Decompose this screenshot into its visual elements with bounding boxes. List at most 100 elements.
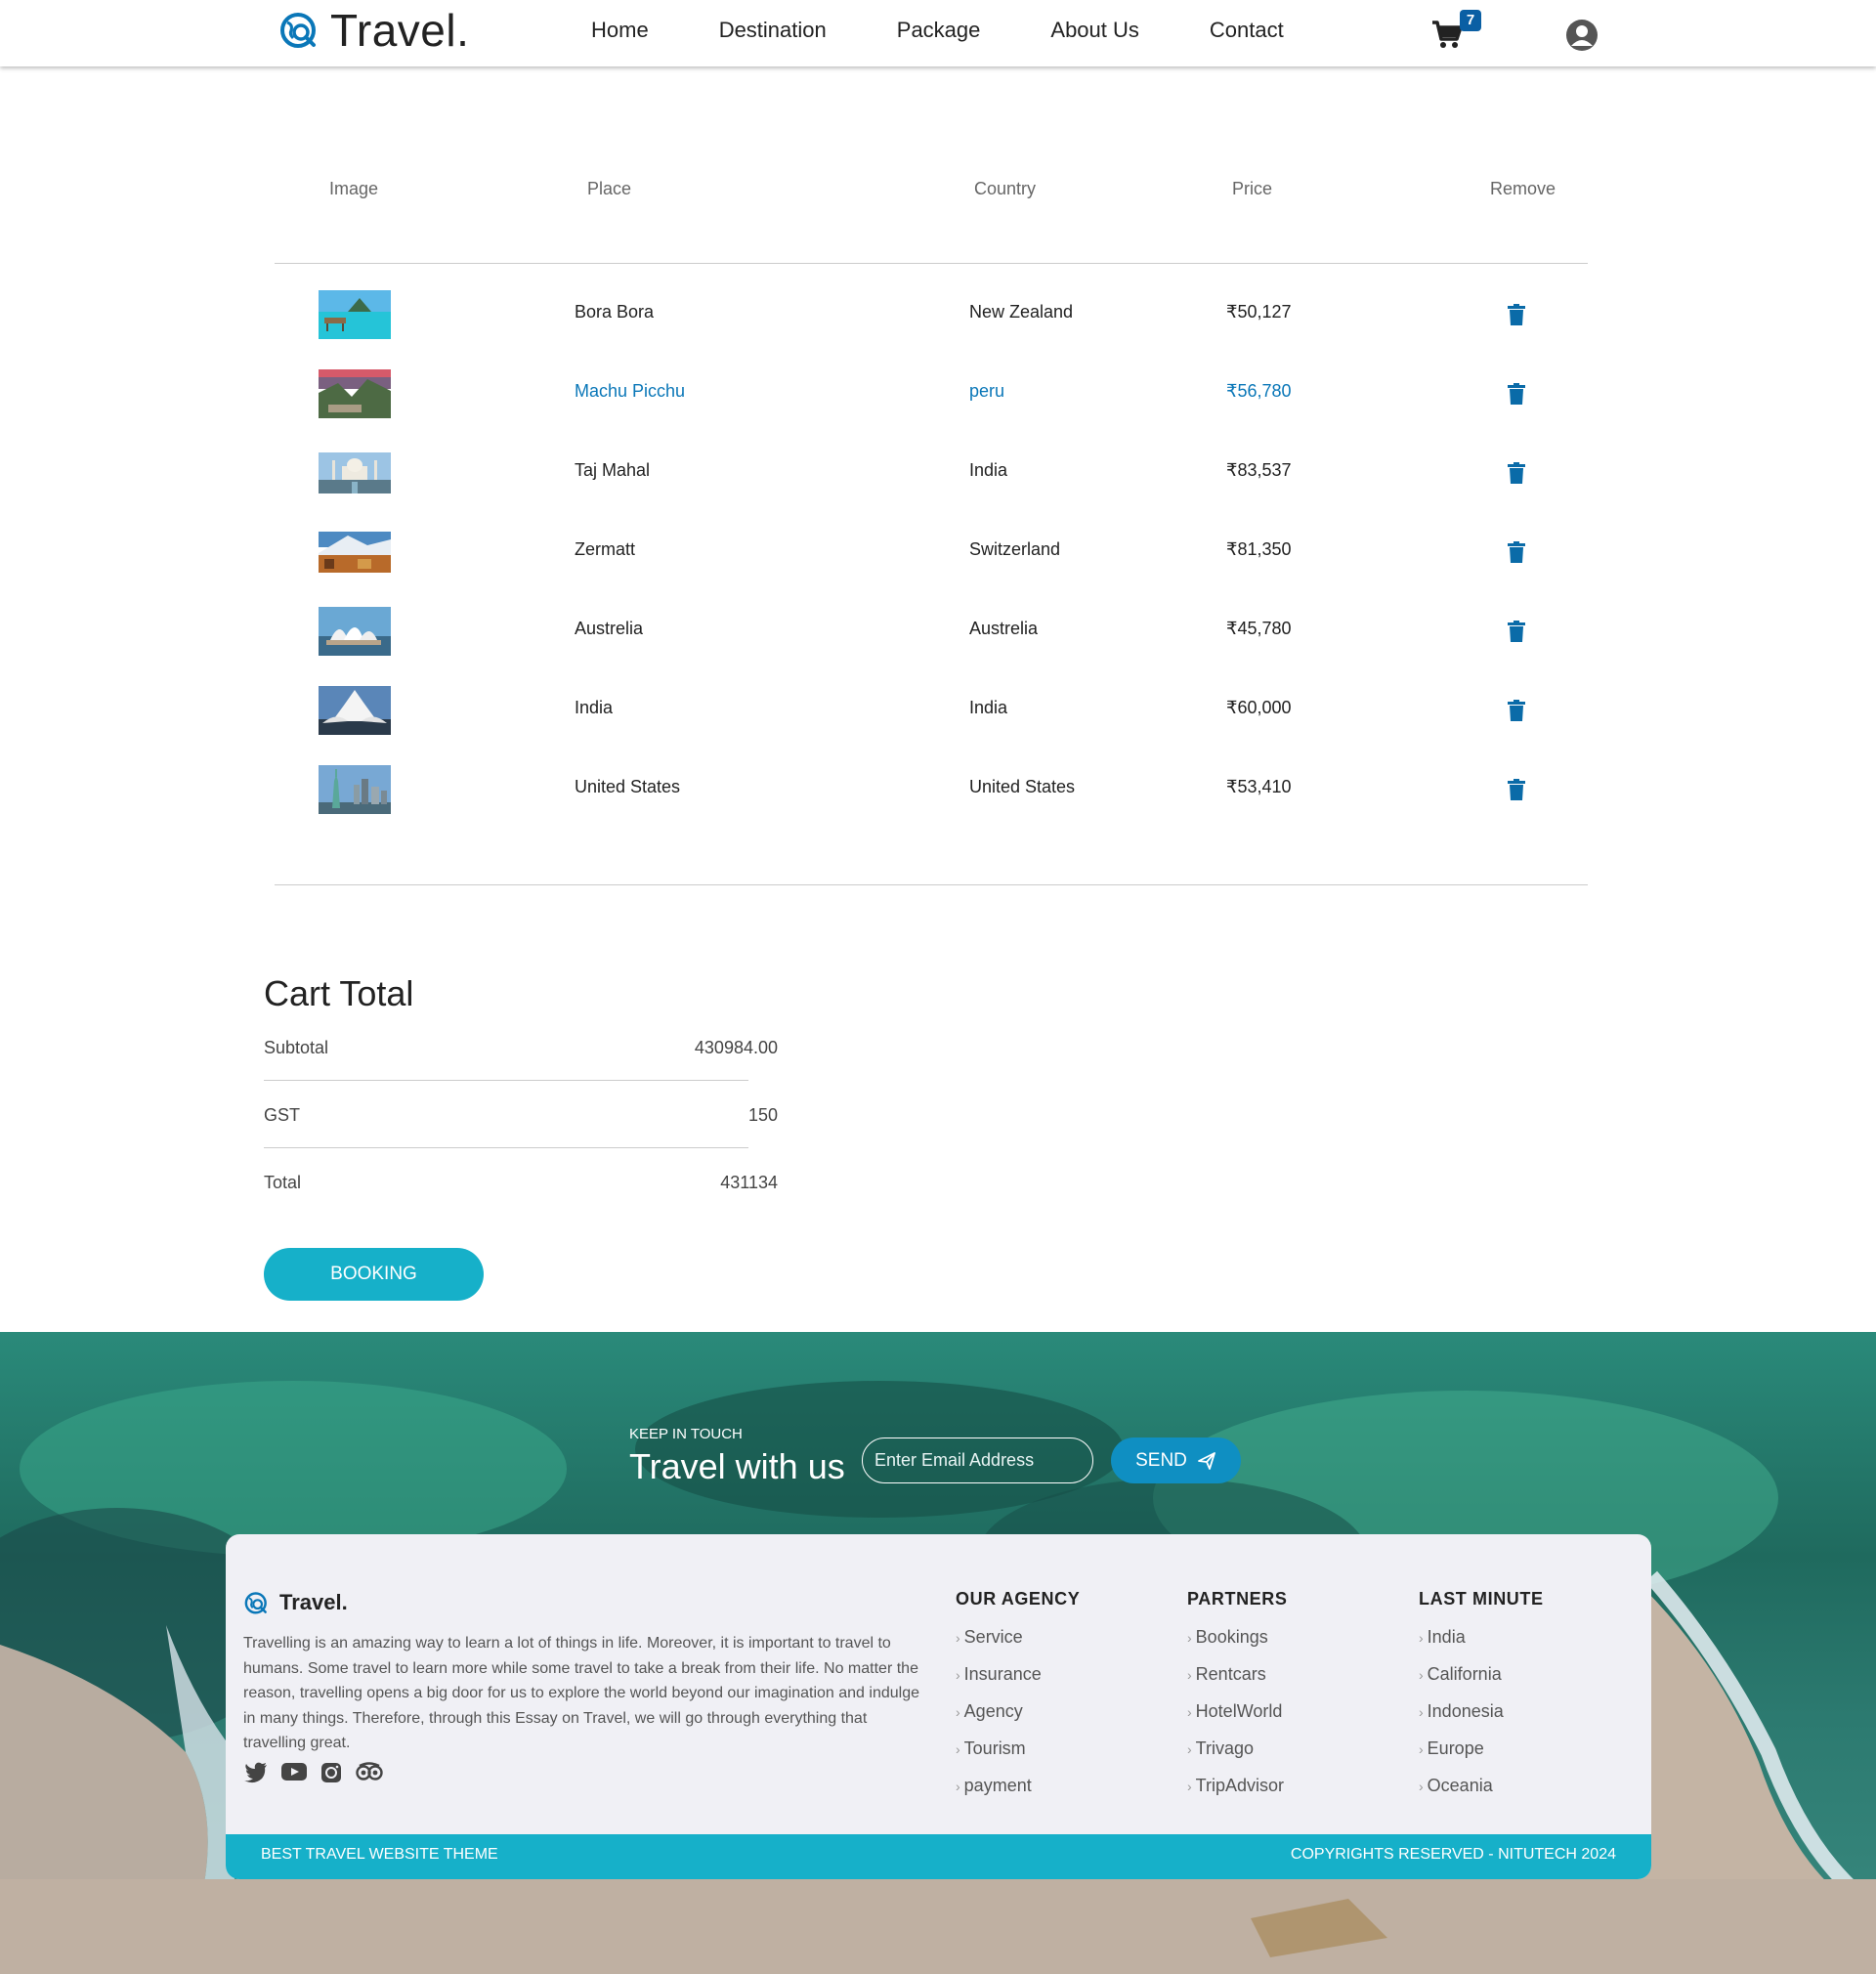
table-row: Austrelia Austrelia ₹45,780	[275, 607, 1588, 686]
globe-search-icon	[280, 13, 316, 48]
trash-icon[interactable]	[1508, 304, 1525, 325]
gst-value: 150	[747, 1105, 778, 1125]
col-country: Country	[974, 179, 1037, 198]
footer-link[interactable]: › Insurance	[956, 1664, 1080, 1701]
send-label: SEND	[1135, 1449, 1187, 1471]
site-logo[interactable]: Travel.	[279, 4, 469, 57]
zermatt-photo	[319, 532, 391, 573]
row-place: Taj Mahal	[575, 460, 651, 480]
row-price: ₹60,000	[1226, 698, 1292, 717]
table-header: Image Place Country Price Remove	[275, 147, 1588, 264]
col-place: Place	[587, 179, 632, 198]
footer-link[interactable]: › TripAdvisor	[1187, 1776, 1287, 1813]
divider	[264, 1147, 748, 1148]
trash-icon[interactable]	[1508, 779, 1525, 800]
row-price: ₹83,537	[1226, 460, 1292, 480]
footer-link[interactable]: › Bookings	[1187, 1627, 1287, 1664]
nav-home[interactable]: Home	[591, 18, 649, 43]
statue-of-liberty-photo	[319, 765, 391, 814]
trash-icon[interactable]	[1508, 541, 1525, 563]
row-price: ₹81,350	[1226, 539, 1292, 559]
footer-col-title: LAST MINUTE	[1419, 1589, 1544, 1609]
table-divider	[275, 884, 1588, 885]
row-country: India	[969, 460, 1008, 480]
footer-link[interactable]: › Oceania	[1419, 1776, 1544, 1813]
total-row: Total 431134	[264, 1173, 778, 1240]
table-row: Machu Picchu peru ₹56,780	[275, 369, 1588, 449]
gst-row: GST 150	[264, 1105, 778, 1173]
footer-link[interactable]: › California	[1419, 1664, 1544, 1701]
total-label: Total	[264, 1173, 302, 1192]
paper-plane-icon	[1197, 1451, 1215, 1470]
row-country: Austrelia	[969, 619, 1039, 638]
gst-label: GST	[264, 1105, 301, 1125]
trash-icon[interactable]	[1508, 621, 1525, 642]
bora-bora-photo	[319, 290, 391, 339]
footer-link[interactable]: › HotelWorld	[1187, 1701, 1287, 1738]
nav-about-us[interactable]: About Us	[1050, 18, 1139, 43]
footer-card: Travel. Travelling is an amazing way to …	[226, 1534, 1651, 1879]
footer-logo[interactable]: Travel.	[244, 1589, 348, 1616]
footer-link[interactable]: › payment	[956, 1776, 1080, 1813]
footer-link[interactable]: › Agency	[956, 1701, 1080, 1738]
row-price: ₹50,127	[1226, 302, 1292, 322]
lotus-temple-photo	[319, 686, 391, 735]
nav-contact[interactable]: Contact	[1210, 18, 1284, 43]
machu-picchu-photo	[319, 369, 391, 418]
trash-icon[interactable]	[1508, 383, 1525, 405]
social-links	[244, 1762, 397, 1783]
row-place: United States	[575, 777, 681, 796]
instagram-icon[interactable]	[320, 1762, 342, 1783]
trash-icon[interactable]	[1508, 700, 1525, 721]
footer-col-title: OUR AGENCY	[956, 1589, 1081, 1609]
twitter-icon[interactable]	[244, 1762, 268, 1783]
row-place: Bora Bora	[575, 302, 655, 322]
footer-logo-text: Travel.	[279, 1590, 348, 1614]
row-place: Zermatt	[575, 539, 636, 559]
row-place[interactable]: Machu Picchu	[575, 381, 685, 402]
trash-icon[interactable]	[1508, 462, 1525, 484]
nav-package[interactable]: Package	[897, 18, 981, 43]
row-price: ₹45,780	[1226, 619, 1292, 638]
footer-link[interactable]: › Service	[956, 1627, 1080, 1664]
row-place: India	[575, 698, 614, 717]
row-country: India	[969, 698, 1008, 717]
cart-total-panel: Cart Total Subtotal 430984.00 GST 150 To…	[264, 973, 778, 1240]
col-remove: Remove	[1490, 179, 1556, 198]
table-row: United States United States ₹53,410	[275, 765, 1588, 844]
row-price: ₹56,780	[1226, 381, 1292, 401]
cart-icon[interactable]	[1430, 18, 1464, 51]
tripadvisor-icon[interactable]	[356, 1762, 383, 1781]
footer-col-partners: PARTNERS › Bookings › Rentcars › HotelWorld…	[1187, 1589, 1287, 1813]
cart-total-title: Cart Total	[264, 973, 414, 1013]
site-header: Travel. Home Destination Package About U…	[0, 0, 1876, 66]
footer-link[interactable]: › Tourism	[956, 1738, 1080, 1776]
footer-link[interactable]: › India	[1419, 1627, 1544, 1664]
footer-bottom-bar: BEST TRAVEL WEBSITE THEME COPYRIGHTS RES…	[226, 1834, 1651, 1879]
user-account-icon[interactable]	[1565, 19, 1599, 52]
footer-about-text: Travelling is an amazing way to learn a …	[243, 1635, 919, 1751]
send-button[interactable]: SEND	[1111, 1438, 1241, 1483]
table-row: Zermatt Switzerland ₹81,350	[275, 528, 1588, 607]
cart-count-badge: 7	[1460, 10, 1481, 31]
footer-link[interactable]: › Indonesia	[1419, 1701, 1544, 1738]
cart-table: Image Place Country Price Remove Bora Bo…	[275, 147, 1588, 885]
subtotal-label: Subtotal	[264, 1038, 329, 1057]
row-country: Switzerland	[969, 539, 1061, 559]
youtube-icon[interactable]	[281, 1762, 307, 1781]
row-country: peru	[969, 381, 1005, 401]
taj-mahal-photo	[319, 452, 391, 494]
globe-search-icon	[244, 1592, 267, 1614]
table-row: India India ₹60,000	[275, 686, 1588, 765]
footer-col-agency: OUR AGENCY › Service › Insurance › Agency ›…	[956, 1589, 1080, 1813]
footer-link[interactable]: › Trivago	[1187, 1738, 1287, 1776]
footer-link[interactable]: › Europe	[1419, 1738, 1544, 1776]
subtotal-value: 430984.00	[694, 1038, 778, 1057]
footer-link[interactable]: › Rentcars	[1187, 1664, 1287, 1701]
booking-button[interactable]: BOOKING	[264, 1248, 484, 1301]
nav-destination[interactable]: Destination	[719, 18, 827, 43]
footer-col-title: PARTNERS	[1187, 1589, 1288, 1609]
newsletter-eyebrow: KEEP IN TOUCH	[629, 1426, 743, 1442]
email-input[interactable]	[862, 1438, 1093, 1483]
footer-copyright: COPYRIGHTS RESERVED - NITUTECH 2024	[1290, 1846, 1616, 1863]
